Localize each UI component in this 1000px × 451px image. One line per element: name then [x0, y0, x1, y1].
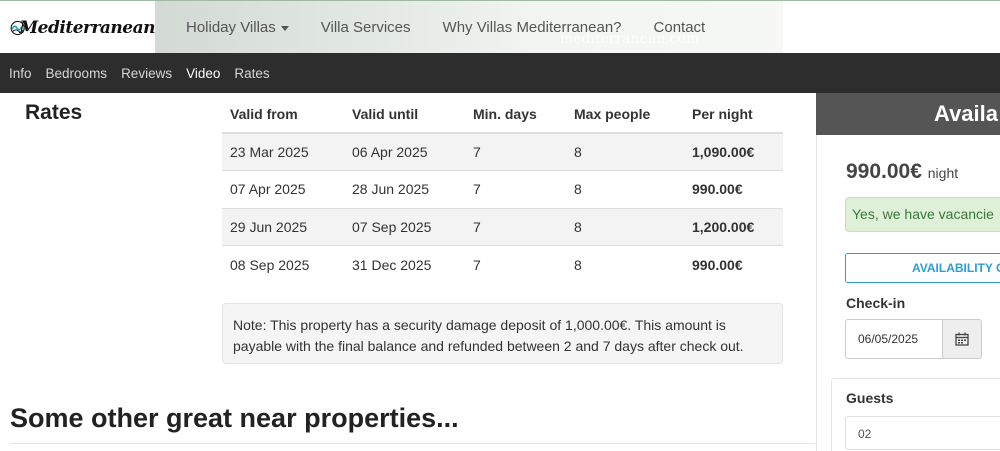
nav-villa-services[interactable]: Villa Services	[305, 19, 427, 36]
cell-valid-until: 31 Dec 2025	[344, 245, 465, 283]
col-min-days: Min. days	[465, 95, 566, 134]
cell-valid-from: 23 Mar 2025	[222, 132, 344, 171]
subnav-info[interactable]: Info	[2, 66, 39, 81]
subnav-rates[interactable]: Rates	[227, 66, 276, 81]
chevron-down-icon	[280, 26, 289, 31]
subnav-bedrooms[interactable]: Bedrooms	[39, 66, 115, 81]
checkin-date-input[interactable]: 06/05/2025	[845, 319, 943, 359]
cell-valid-from: 29 Jun 2025	[222, 207, 344, 246]
col-valid-from: Valid from	[222, 95, 344, 134]
cell-per-night: 990.00€	[684, 245, 783, 283]
divider	[10, 443, 815, 444]
cell-valid-from: 07 Apr 2025	[222, 170, 344, 208]
nav-label: Holiday Villas	[186, 19, 276, 36]
cell-min-days: 7	[465, 245, 566, 283]
vacancy-alert: Yes, we have vacancie	[845, 197, 1000, 232]
checkin-label: Check-in	[846, 295, 906, 311]
booking-sidebar: 990.00€ night Yes, we have vacancie AVAI…	[816, 135, 1000, 451]
calendar-icon	[955, 332, 969, 346]
nightly-price: 990.00€ night	[846, 160, 958, 184]
guests-select[interactable]: 02	[845, 416, 1000, 450]
cell-max-people: 8	[566, 245, 684, 283]
nav-contact[interactable]: Contact	[638, 19, 722, 36]
deposit-note: Note: This property has a security damag…	[222, 303, 783, 364]
top-header: mediterranean.com Mediterranean Holiday …	[0, 0, 1000, 54]
availability-button[interactable]: AVAILABILITY C	[845, 253, 1000, 283]
nav-why-villas[interactable]: Why Villas Mediterranean?	[427, 19, 638, 36]
col-max-people: Max people	[566, 95, 684, 134]
cell-min-days: 7	[465, 170, 566, 208]
table-row: 07 Apr 2025 28 Jun 2025 7 8 990.00€	[222, 170, 783, 208]
cell-max-people: 8	[566, 207, 684, 246]
calendar-button[interactable]	[942, 319, 982, 359]
guests-label: Guests	[846, 390, 894, 406]
table-header-row: Valid from Valid until Min. days Max peo…	[222, 95, 783, 134]
near-properties-title: Some other great near properties...	[10, 403, 459, 433]
availability-header: Availa	[816, 93, 1000, 135]
cell-valid-until: 06 Apr 2025	[344, 132, 465, 171]
subnav-reviews[interactable]: Reviews	[114, 66, 179, 81]
cell-per-night: 1,090.00€	[684, 132, 783, 171]
table-row: 08 Sep 2025 31 Dec 2025 7 8 990.00€	[222, 245, 783, 283]
table-row: 29 Jun 2025 07 Sep 2025 7 8 1,200.00€	[222, 207, 783, 246]
cell-valid-until: 28 Jun 2025	[344, 170, 465, 208]
cell-per-night: 990.00€	[684, 170, 783, 208]
cell-valid-until: 07 Sep 2025	[344, 207, 465, 246]
rates-title: Rates	[25, 101, 83, 124]
price-value: 990.00€	[846, 160, 922, 183]
site-logo[interactable]: Mediterranean	[10, 7, 155, 49]
cell-per-night: 1,200.00€	[684, 207, 783, 246]
cell-valid-from: 08 Sep 2025	[222, 245, 344, 283]
rates-table: Valid from Valid until Min. days Max peo…	[222, 95, 783, 283]
col-per-night: Per night	[684, 95, 783, 134]
table-row: 23 Mar 2025 06 Apr 2025 7 8 1,090.00€	[222, 132, 783, 171]
cell-min-days: 7	[465, 132, 566, 171]
col-valid-until: Valid until	[344, 95, 465, 134]
cell-max-people: 8	[566, 170, 684, 208]
nav-holiday-villas[interactable]: Holiday Villas	[170, 19, 305, 36]
cell-min-days: 7	[465, 207, 566, 246]
logo-text: Mediterranean	[19, 18, 155, 38]
main-nav: Holiday Villas Villa Services Why Villas…	[170, 1, 721, 54]
cell-max-people: 8	[566, 132, 684, 171]
property-subnav: Info Bedrooms Reviews Video Rates	[0, 53, 1000, 93]
subnav-video[interactable]: Video	[179, 66, 227, 81]
price-unit: night	[927, 165, 959, 181]
